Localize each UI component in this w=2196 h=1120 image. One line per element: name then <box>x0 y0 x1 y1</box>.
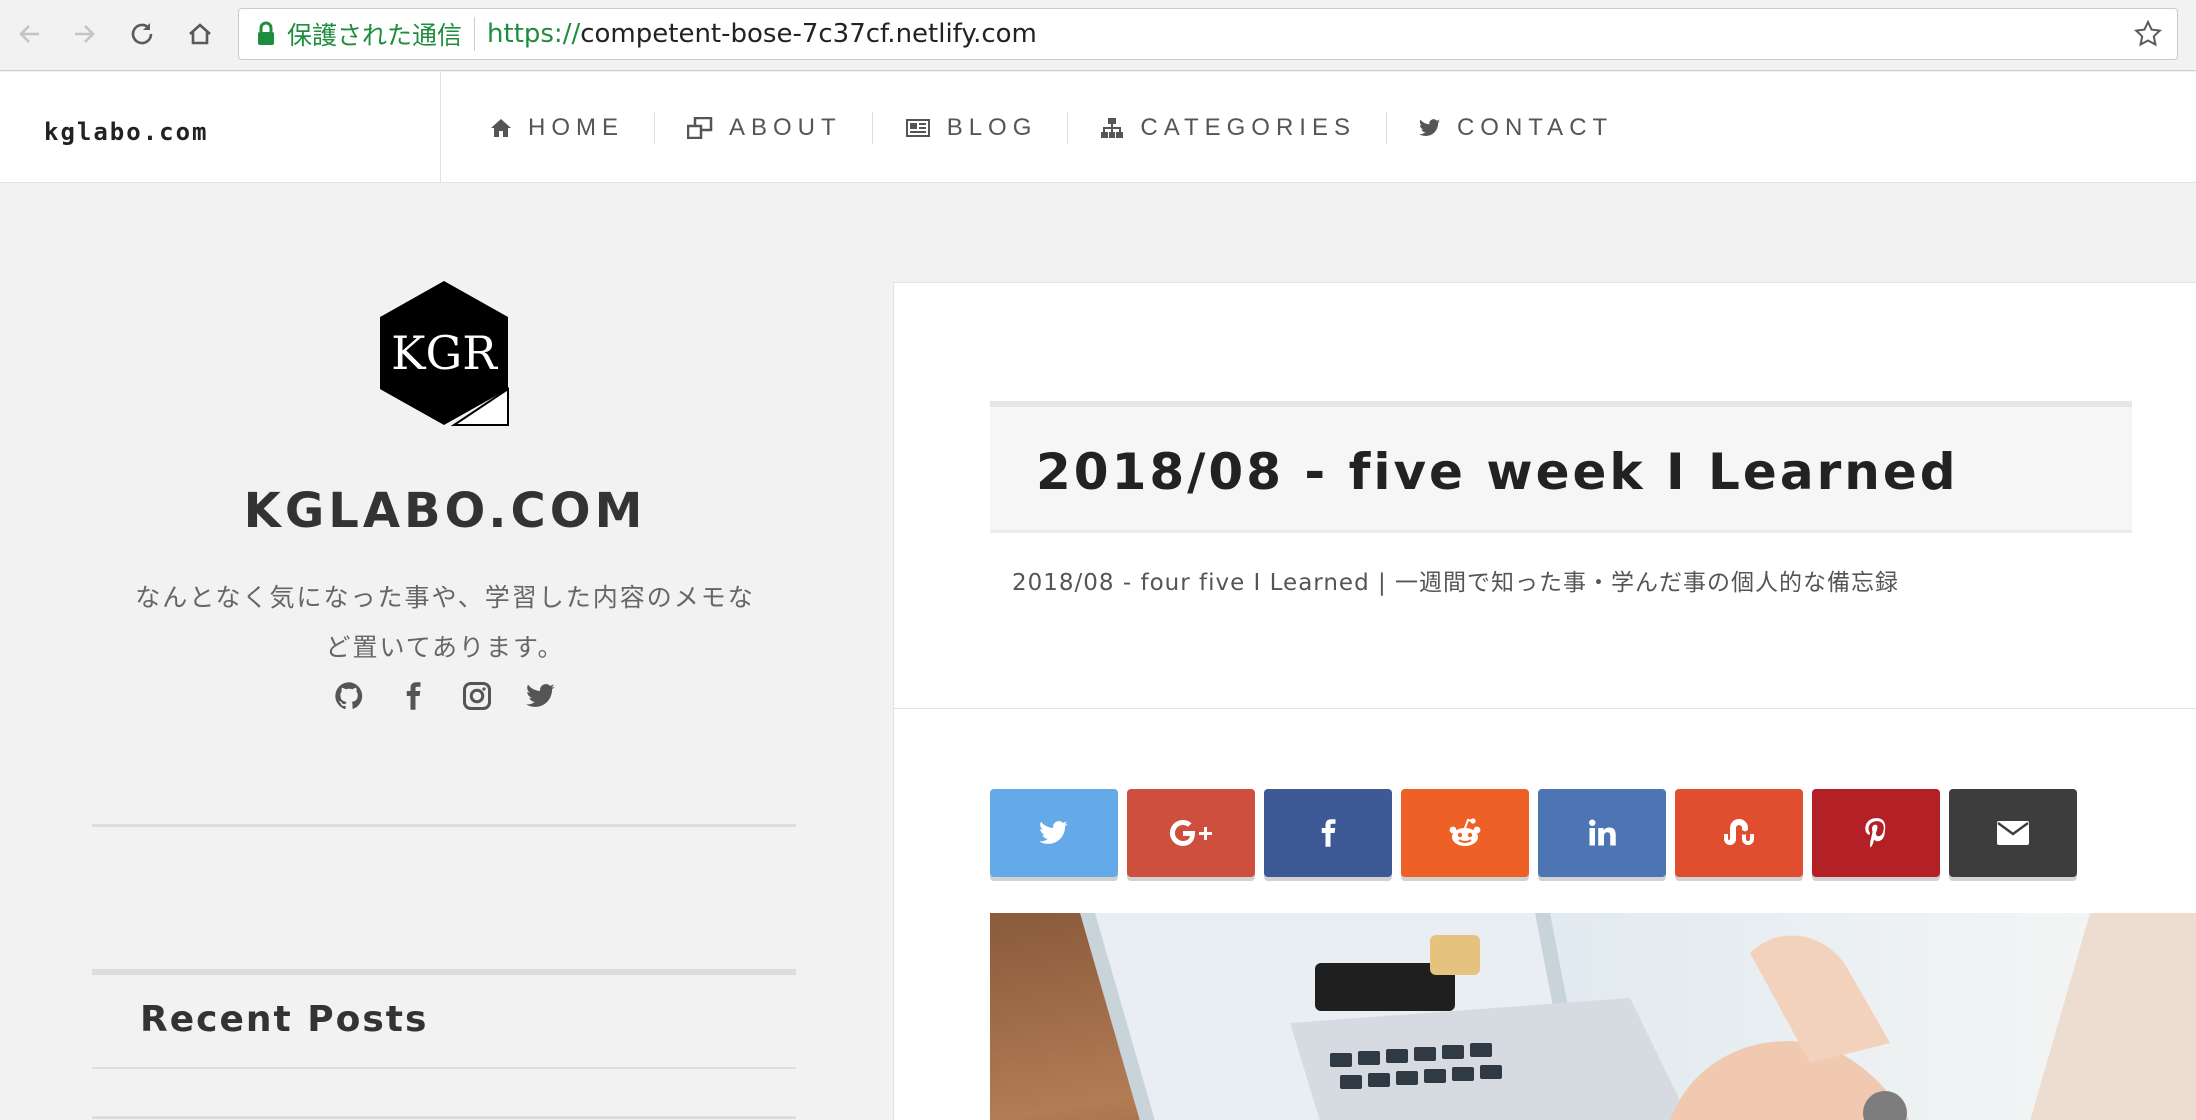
sidebar: KGR KGLABO.COM なんとなく気になった事や、学習した内容のメモな ど… <box>0 183 890 1120</box>
share-google-plus-button[interactable] <box>1127 789 1255 877</box>
back-icon[interactable] <box>10 14 50 54</box>
windows-icon <box>687 116 713 139</box>
recent-posts-list-rule <box>92 1116 796 1119</box>
pinterest-icon <box>1865 818 1886 848</box>
browser-toolbar: 保護された通信 https:// competent-bose-7c37cf.n… <box>0 0 2196 71</box>
twitter-icon <box>1039 821 1068 844</box>
share-facebook-button[interactable] <box>1264 789 1392 877</box>
menu-item-blog[interactable]: BLOG <box>905 114 1068 142</box>
share-pinterest-button[interactable] <box>1812 789 1940 877</box>
newspaper-icon <box>905 118 930 137</box>
twitter-icon <box>1418 118 1441 136</box>
recent-posts-title: Recent Posts <box>140 999 429 1040</box>
reload-icon[interactable] <box>122 14 162 54</box>
menu-label: ABOUT <box>729 113 842 141</box>
share-stumbleupon-button[interactable] <box>1675 789 1803 877</box>
instagram-icon[interactable] <box>460 679 494 713</box>
home-icon <box>491 118 511 137</box>
menu-label: CONTACT <box>1456 113 1614 141</box>
main-menu: HOME ABOUT BLOG CATEGORIES CONTACT <box>490 72 1643 183</box>
menu-item-categories[interactable]: CATEGORIES <box>1100 114 1386 142</box>
sidebar-divider <box>92 824 796 827</box>
post-title[interactable]: 2018/08 - five week I Learned <box>1036 443 1959 501</box>
header-divider <box>440 72 441 183</box>
twitter-icon[interactable] <box>524 679 558 713</box>
secure-label: 保護された通信 <box>287 21 463 50</box>
menu-label: HOME <box>528 113 624 141</box>
menu-separator <box>654 111 655 144</box>
address-separator <box>474 17 476 51</box>
bookmark-star-icon[interactable] <box>2133 19 2163 49</box>
github-icon[interactable] <box>332 679 366 713</box>
share-email-button[interactable] <box>1949 789 2077 877</box>
post-description: 2018/08 - four five I Learned | 一週間で知った事… <box>1012 570 1900 596</box>
address-bar[interactable]: 保護された通信 https:// competent-bose-7c37cf.n… <box>238 8 2178 60</box>
share-reddit-button[interactable] <box>1401 789 1529 877</box>
menu-separator <box>871 111 873 144</box>
home-icon[interactable] <box>180 14 220 54</box>
logo-text: KGR <box>391 326 498 380</box>
tagline-line: なんとなく気になった事や、学習した内容のメモな <box>135 583 755 612</box>
site-logo[interactable]: KGR <box>378 279 510 427</box>
facebook-icon[interactable] <box>396 679 430 713</box>
envelope-icon <box>1997 821 2029 845</box>
reddit-icon <box>1449 818 1481 846</box>
facebook-icon <box>1321 819 1336 847</box>
recent-posts-bottom-rule <box>92 1067 796 1069</box>
recent-posts-top-rule <box>92 969 796 975</box>
sitemap-icon <box>1101 117 1124 138</box>
lock-icon <box>258 21 274 45</box>
menu-item-contact[interactable]: CONTACT <box>1418 113 1643 142</box>
linkedin-icon <box>1589 819 1616 846</box>
site-title: KGLABO.COM <box>243 483 647 539</box>
url-host: competent-bose-7c37cf.netlify.com <box>580 19 1037 49</box>
post-title-box: 2018/08 - five week I Learned <box>990 401 2132 533</box>
menu-item-home[interactable]: HOME <box>490 114 654 142</box>
menu-label: CATEGORIES <box>1140 113 1356 141</box>
post-header-card: 2018/08 - five week I Learned 2018/08 - … <box>893 282 2196 708</box>
share-twitter-button[interactable] <box>990 789 1118 877</box>
menu-item-about[interactable]: ABOUT <box>687 114 872 142</box>
menu-separator <box>1067 111 1069 144</box>
forward-icon[interactable] <box>64 14 104 54</box>
url-scheme: https:// <box>487 19 581 49</box>
hero-image <box>990 913 2196 1120</box>
menu-separator <box>1385 111 1387 144</box>
social-links <box>0 679 890 713</box>
google-plus-icon <box>1169 820 1212 847</box>
site-header: kglabo.com HOME ABOUT BLOG CATEGORIES CO… <box>0 72 2196 183</box>
share-buttons <box>990 789 2077 877</box>
site-tagline: なんとなく気になった事や、学習した内容のメモな ど置いてあります。 <box>110 573 780 673</box>
share-linkedin-button[interactable] <box>1538 789 1666 877</box>
tagline-line: ど置いてあります。 <box>325 633 565 662</box>
site-brand[interactable]: kglabo.com <box>44 118 209 146</box>
post-body-card <box>893 708 2196 1120</box>
stumbleupon-icon <box>1724 819 1754 845</box>
menu-label: BLOG <box>946 113 1038 141</box>
